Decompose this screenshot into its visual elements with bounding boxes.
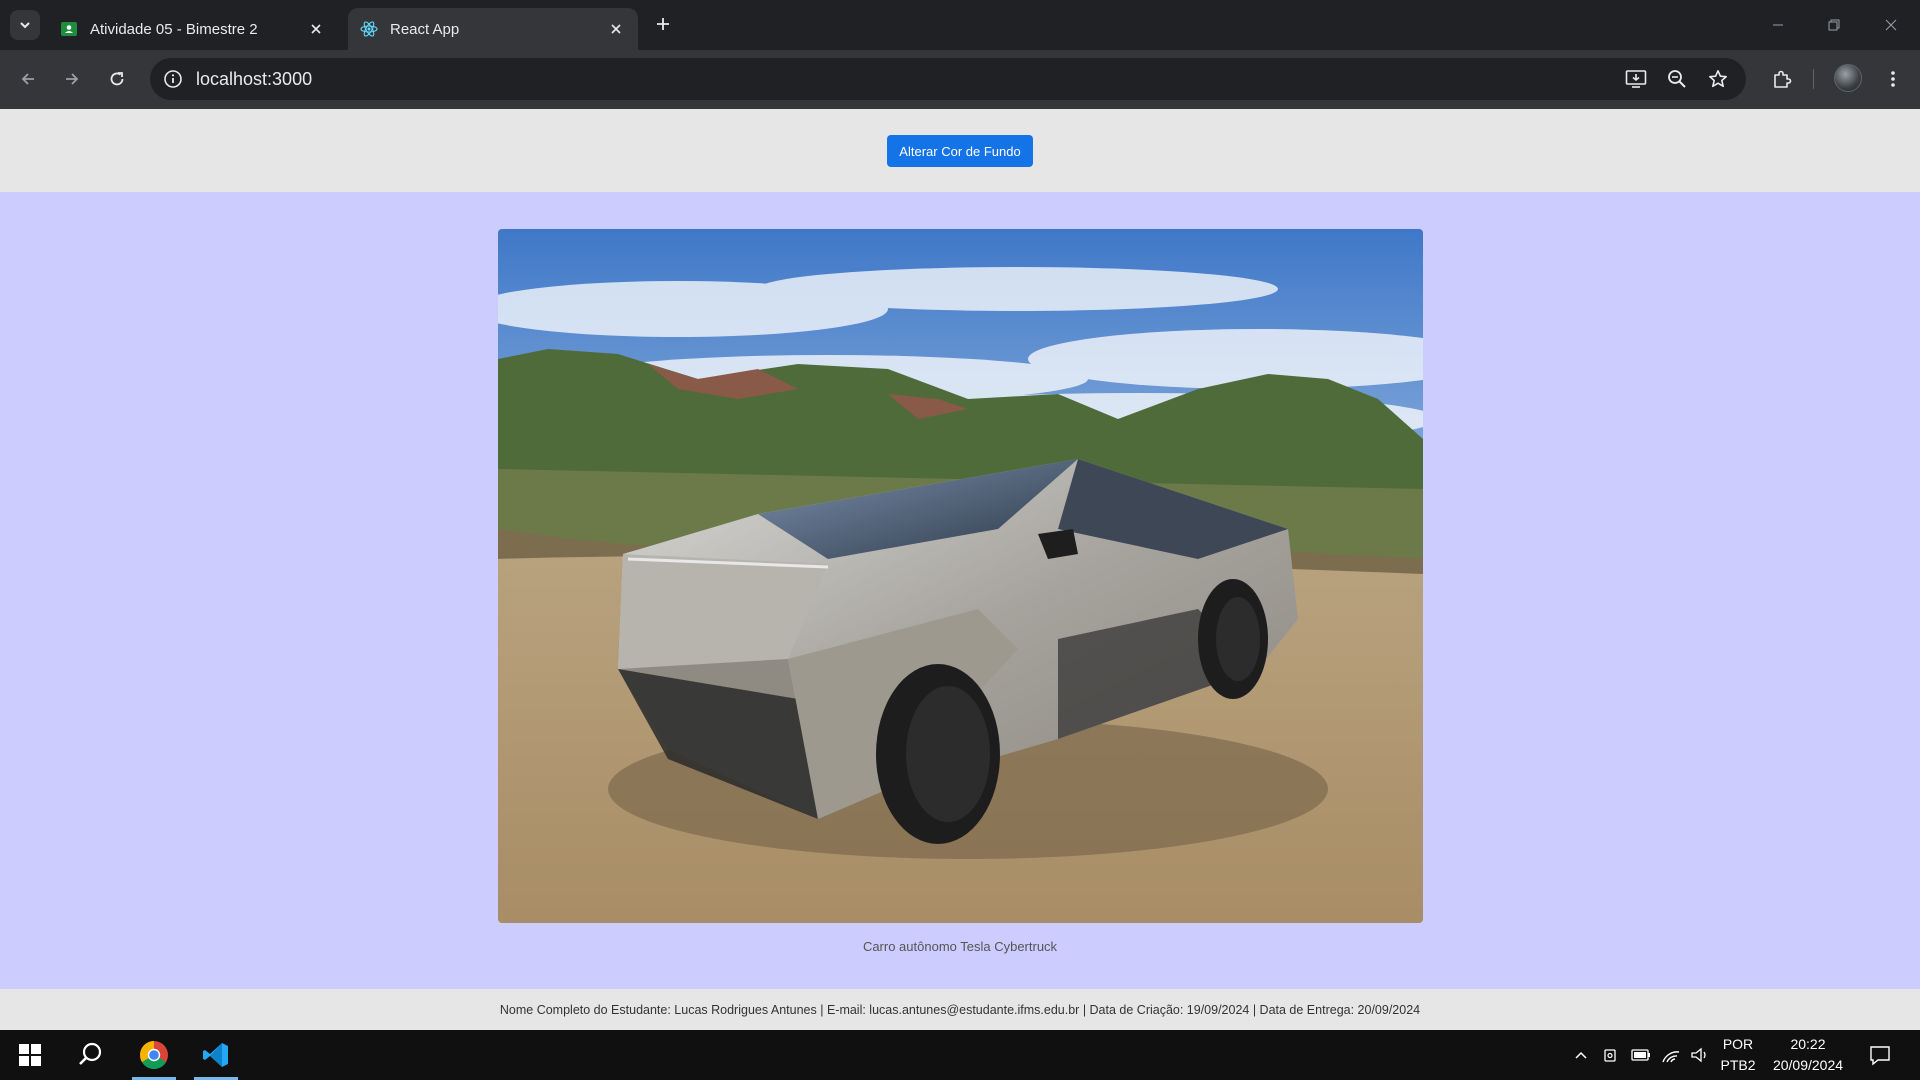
puzzle-icon (1774, 70, 1792, 88)
close-icon[interactable] (306, 19, 326, 39)
back-button[interactable] (13, 64, 43, 94)
tab-atividade[interactable]: Atividade 05 - Bimestre 2 (48, 8, 338, 50)
image-caption: Carro autônomo Tesla Cybertruck (862, 939, 1058, 954)
meet-now-icon[interactable] (1600, 1044, 1622, 1066)
restore-icon (1828, 19, 1840, 31)
change-background-button[interactable]: Alterar Cor de Fundo (887, 135, 1033, 167)
address-bar[interactable]: localhost:3000 (150, 58, 1746, 100)
install-app-icon[interactable] (1624, 67, 1648, 91)
close-icon (1885, 19, 1897, 31)
volume-icon[interactable] (1689, 1044, 1711, 1066)
react-icon (360, 20, 378, 38)
input-language[interactable]: POR PTB2 (1716, 1034, 1760, 1076)
page-footer: Nome Completo do Estudante: Lucas Rodrig… (0, 989, 1920, 1030)
page-content: Alterar Cor de Fundo Carro autônomo Tesl… (0, 109, 1920, 1030)
wifi-icon[interactable] (1660, 1044, 1682, 1066)
start-button[interactable] (4, 1030, 56, 1080)
chevron-down-icon (20, 22, 30, 29)
minimize-button[interactable] (1758, 8, 1798, 42)
close-icon[interactable] (606, 19, 626, 39)
bookmark-star-icon[interactable] (1706, 67, 1730, 91)
zoom-icon[interactable] (1665, 67, 1689, 91)
more-vert-icon (1891, 71, 1895, 87)
browser-tabstrip: Atividade 05 - Bimestre 2 React App (0, 0, 1920, 50)
footer-text: Nome Completo do Estudante: Lucas Rodrig… (499, 1002, 1421, 1017)
chrome-icon (140, 1041, 168, 1069)
address-url[interactable]: localhost:3000 (196, 58, 312, 100)
taskbar-chrome[interactable] (128, 1030, 180, 1080)
show-hidden-icons-button[interactable] (1570, 1044, 1592, 1066)
site-info-icon[interactable] (162, 68, 184, 90)
clock[interactable]: 20:22 20/09/2024 (1766, 1034, 1850, 1076)
language-code: POR (1722, 1036, 1754, 1052)
browser-toolbar: localhost:3000 (0, 50, 1920, 109)
taskbar-search-button[interactable] (64, 1030, 116, 1080)
close-window-button[interactable] (1871, 8, 1911, 42)
tab-title: React App (390, 20, 460, 38)
classroom-icon (60, 20, 78, 38)
arrow-left-icon (21, 73, 34, 85)
cybertruck-image (498, 229, 1423, 923)
menu-button[interactable] (1878, 64, 1908, 94)
chevron-up-icon (1575, 1051, 1587, 1059)
taskbar-vscode[interactable] (190, 1030, 242, 1080)
arrow-right-icon (66, 73, 79, 85)
windows-taskbar: POR PTB2 20:22 20/09/2024 (0, 1030, 1920, 1080)
toolbar-divider (1813, 69, 1814, 89)
restore-button[interactable] (1814, 8, 1854, 42)
keyboard-layout: PTB2 (1720, 1057, 1756, 1073)
clock-time: 20:22 (1790, 1036, 1826, 1052)
profile-avatar[interactable] (1834, 64, 1862, 92)
extensions-button[interactable] (1767, 64, 1797, 94)
minimize-icon (1773, 24, 1783, 26)
notification-icon (1870, 1046, 1890, 1066)
tab-title: Atividade 05 - Bimestre 2 (90, 20, 258, 38)
vscode-icon (203, 1043, 228, 1067)
forward-button[interactable] (57, 64, 87, 94)
tab-react-app[interactable]: React App (348, 8, 638, 50)
tab-search-button[interactable] (10, 10, 40, 40)
clock-date: 20/09/2024 (1772, 1057, 1844, 1073)
page-header: Alterar Cor de Fundo (0, 109, 1920, 192)
windows-start-icon (19, 1044, 41, 1066)
new-tab-button[interactable] (650, 11, 676, 37)
reload-icon (110, 72, 124, 86)
search-icon (79, 1042, 102, 1065)
notifications-button[interactable] (1868, 1043, 1892, 1067)
battery-icon[interactable] (1630, 1044, 1652, 1066)
plus-icon (657, 18, 669, 30)
reload-button[interactable] (102, 64, 132, 94)
